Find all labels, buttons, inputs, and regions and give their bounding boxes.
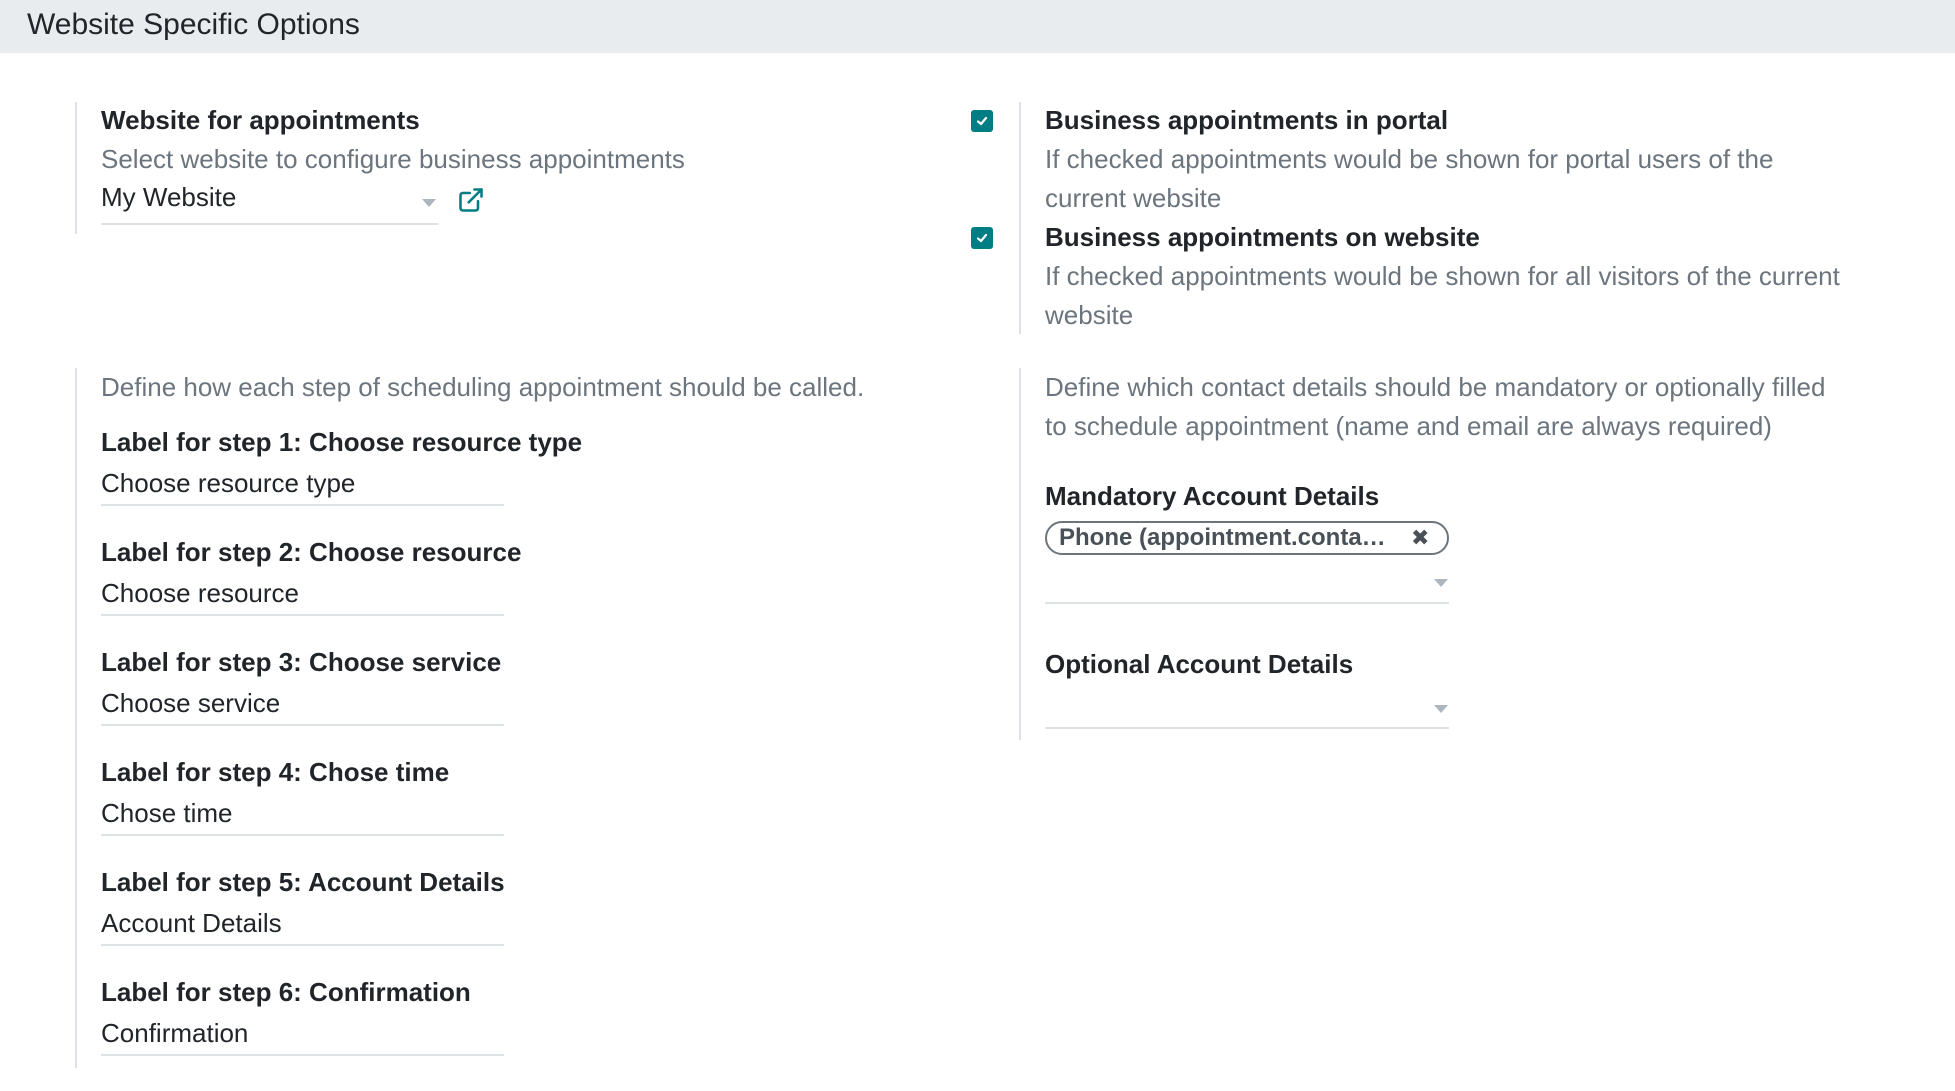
step-3-input[interactable]: Choose service bbox=[101, 688, 504, 719]
contact-help-line1: Define which contact details should be m… bbox=[1045, 372, 1826, 402]
website-select-value: My Website bbox=[101, 182, 237, 212]
optional-label: Optional Account Details bbox=[1045, 649, 1354, 679]
step-1-label: Label for step 1: Choose resource type bbox=[101, 427, 583, 457]
mandatory-select-underline bbox=[1045, 602, 1449, 604]
chevron-down-icon[interactable] bbox=[422, 199, 436, 207]
chevron-down-icon[interactable] bbox=[1434, 705, 1448, 713]
section-header: Website Specific Options bbox=[0, 0, 1955, 53]
step-2-input[interactable]: Choose resource bbox=[101, 578, 504, 609]
close-icon[interactable]: ✖ bbox=[1411, 525, 1429, 551]
step-2-underline bbox=[101, 614, 504, 616]
step-3-underline bbox=[101, 724, 504, 726]
website-select[interactable]: My Website bbox=[101, 182, 437, 226]
on-website-checkbox[interactable] bbox=[971, 227, 993, 249]
step-5-input[interactable]: Account Details bbox=[101, 908, 504, 939]
mandatory-label: Mandatory Account Details bbox=[1045, 481, 1380, 511]
step-2-label: Label for step 2: Choose resource bbox=[101, 537, 522, 567]
on-website-help-line2: website bbox=[1045, 300, 1134, 330]
portal-checkbox[interactable] bbox=[971, 110, 993, 132]
steps-help: Define how each step of scheduling appoi… bbox=[101, 372, 865, 402]
step-5-label: Label for step 5: Account Details bbox=[101, 867, 505, 897]
contact-help-line2: to schedule appointment (name and email … bbox=[1045, 411, 1772, 441]
website-select-underline bbox=[101, 223, 438, 225]
step-4-input[interactable]: Chose time bbox=[101, 798, 504, 829]
portal-help-line1: If checked appointments would be shown f… bbox=[1045, 144, 1774, 174]
check-icon bbox=[976, 233, 988, 243]
on-website-help-line1: If checked appointments would be shown f… bbox=[1045, 261, 1840, 291]
step-6-label: Label for step 6: Confirmation bbox=[101, 977, 471, 1007]
website-block: Website for appointments Select website … bbox=[75, 102, 877, 234]
website-label: Website for appointments bbox=[101, 105, 420, 135]
step-6-input[interactable]: Confirmation bbox=[101, 1018, 504, 1049]
optional-select[interactable] bbox=[1045, 690, 1449, 726]
step-6-underline bbox=[101, 1054, 504, 1056]
portal-help-line2: current website bbox=[1045, 183, 1222, 213]
mandatory-select[interactable] bbox=[1045, 563, 1449, 599]
step-3-label: Label for step 3: Choose service bbox=[101, 647, 502, 677]
check-icon bbox=[976, 116, 988, 126]
step-1-underline bbox=[101, 504, 504, 506]
contact-block: Define which contact details should be m… bbox=[1019, 368, 1921, 740]
step-1-input[interactable]: Choose resource type bbox=[101, 468, 504, 499]
website-help: Select website to configure business app… bbox=[101, 144, 685, 174]
external-link-icon[interactable] bbox=[457, 186, 485, 214]
optional-select-underline bbox=[1045, 727, 1449, 729]
website-options-block: Business appointments in portal If check… bbox=[1019, 102, 1921, 334]
step-5-underline bbox=[101, 944, 504, 946]
mandatory-tag-text: Phone (appointment.contact.i... bbox=[1059, 524, 1399, 551]
on-website-label: Business appointments on website bbox=[1045, 222, 1480, 252]
chevron-down-icon[interactable] bbox=[1434, 579, 1448, 587]
section-title: Website Specific Options bbox=[27, 8, 360, 41]
mandatory-tag[interactable]: Phone (appointment.contact.i... ✖ bbox=[1045, 521, 1449, 555]
steps-block: Define how each step of scheduling appoi… bbox=[75, 368, 937, 1068]
step-4-underline bbox=[101, 834, 504, 836]
step-4-label: Label for step 4: Chose time bbox=[101, 757, 450, 787]
portal-label: Business appointments in portal bbox=[1045, 105, 1449, 135]
